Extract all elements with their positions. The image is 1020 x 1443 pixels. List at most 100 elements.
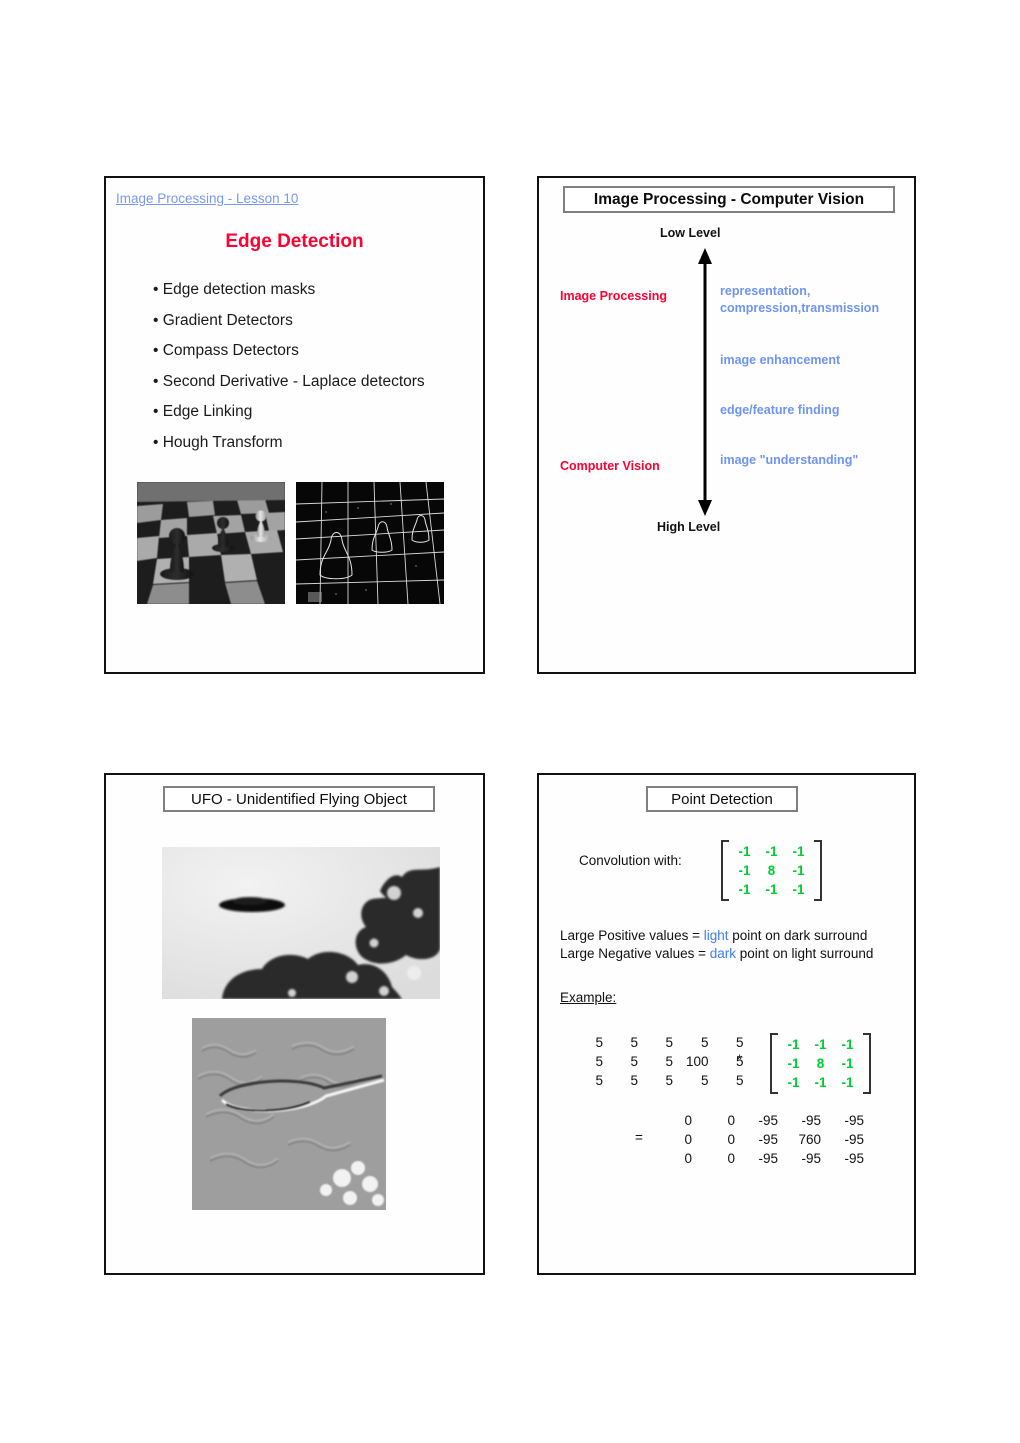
input-cell: 5 xyxy=(736,1035,744,1050)
description-positive: Large Positive values = light point on d… xyxy=(560,927,867,945)
input-cell: 5 xyxy=(630,1073,638,1088)
task-line: image enhancement xyxy=(720,353,841,367)
bullet-item: Hough Transform xyxy=(153,428,483,459)
description-positive-highlight: light xyxy=(703,928,729,943)
page-title-edge-detection: Edge Detection xyxy=(225,231,364,252)
bullet-list: Edge detection masks Gradient Detectors … xyxy=(153,275,483,458)
task-line: representation, xyxy=(720,284,811,298)
bracket-right-icon xyxy=(863,1033,871,1094)
double-headed-arrow-icon xyxy=(698,248,712,516)
example-kernel-matrix: -1 -1 -1 -1 8 -1 -1 -1 -1 xyxy=(770,1033,871,1094)
output-cell: -95 xyxy=(758,1151,778,1166)
kernel-cell: -1 xyxy=(787,1075,800,1090)
stage-label-computer-vision: Computer Vision xyxy=(560,459,660,473)
output-cell: -95 xyxy=(844,1132,864,1147)
output-matrix-row: 0 0 -95 -95 -95 xyxy=(662,1111,877,1130)
kernel-cell: -1 xyxy=(787,1037,800,1052)
input-cell: 5 xyxy=(630,1054,638,1069)
input-cell: 5 xyxy=(630,1035,638,1050)
input-cell: 5 xyxy=(736,1073,744,1088)
input-matrix-row: 5 5 5 5 5 xyxy=(581,1071,757,1090)
output-cell: -95 xyxy=(801,1113,821,1128)
kernel-row: -1 -1 -1 xyxy=(780,1073,861,1092)
kernel-row: -1 8 -1 xyxy=(780,1054,861,1073)
slide-edge-detection: Image Processing - Lesson 10 Edge Detect… xyxy=(104,176,485,674)
input-cell: 5 xyxy=(665,1035,673,1050)
lesson-link[interactable]: Image Processing - Lesson 10 xyxy=(116,191,298,206)
ufo-embossed-edge-image xyxy=(192,1018,386,1210)
output-cell: -95 xyxy=(844,1113,864,1128)
task-line: edge/feature finding xyxy=(720,403,840,417)
kernel-cell: -1 xyxy=(738,863,751,878)
bullet-item: Second Derivative - Laplace detectors xyxy=(153,367,483,398)
kernel-cells: -1 -1 -1 -1 8 -1 -1 -1 -1 xyxy=(729,840,814,901)
output-cell: 0 xyxy=(684,1132,692,1147)
output-cell: 0 xyxy=(684,1151,692,1166)
kernel-cell: -1 xyxy=(738,882,751,897)
bullet-item: Edge Linking xyxy=(153,397,483,428)
kernel-cell: -1 xyxy=(841,1056,854,1071)
bullet-item: Compass Detectors xyxy=(153,336,483,367)
output-matrix-row: 0 0 -95 -95 -95 xyxy=(662,1149,877,1168)
kernel-row: -1 -1 -1 xyxy=(731,842,812,861)
input-matrix: 5 5 5 5 5 5 5 5 100 5 5 5 5 5 5 xyxy=(581,1033,757,1090)
task-line: image "understanding" xyxy=(720,453,859,467)
output-cell: 0 xyxy=(684,1113,692,1128)
kernel-cell: -1 xyxy=(765,844,778,859)
bracket-left-icon xyxy=(721,840,729,901)
input-matrix-row: 5 5 5 5 5 xyxy=(581,1033,757,1052)
output-cell: -95 xyxy=(758,1113,778,1128)
bullet-item: Edge detection masks xyxy=(153,275,483,306)
input-cell: 5 xyxy=(595,1054,603,1069)
description-positive-prefix: Large Positive values = xyxy=(560,928,704,943)
kernel-row: -1 8 -1 xyxy=(731,861,812,880)
kernel-cell: -1 xyxy=(787,1056,800,1071)
output-cell: 0 xyxy=(727,1132,735,1147)
input-cell: 100 xyxy=(686,1054,709,1069)
input-cell: 5 xyxy=(595,1073,603,1088)
chessboard-grayscale-photo xyxy=(137,482,285,604)
kernel-cell: -1 xyxy=(814,1075,827,1090)
output-cell: -95 xyxy=(844,1151,864,1166)
output-cell: 760 xyxy=(798,1132,821,1147)
laplacian-kernel-matrix: -1 -1 -1 -1 8 -1 -1 -1 -1 xyxy=(721,840,822,901)
page-title-computer-vision: Image Processing - Computer Vision xyxy=(563,186,895,213)
chessboard-edge-map xyxy=(296,482,444,604)
bracket-left-icon xyxy=(770,1033,778,1094)
kernel-row: -1 -1 -1 xyxy=(731,880,812,899)
task-label-representation: representation, compression,transmission xyxy=(720,283,879,317)
axis-label-high-level: High Level xyxy=(657,520,721,534)
description-negative-suffix: point on light surround xyxy=(736,946,874,961)
kernel-cell: 8 xyxy=(816,1056,825,1071)
convolution-label: Convolution with: xyxy=(579,853,682,868)
task-label-edge-feature-finding: edge/feature finding xyxy=(720,402,839,419)
ufo-photograph xyxy=(162,847,440,999)
kernel-row: -1 -1 -1 xyxy=(780,1035,861,1054)
kernel-cell: -1 xyxy=(792,863,805,878)
input-cell: 5 xyxy=(665,1054,673,1069)
kernel-cells: -1 -1 -1 -1 8 -1 -1 -1 -1 xyxy=(778,1033,863,1094)
input-matrix-row: 5 5 5 100 5 xyxy=(581,1052,757,1071)
axis-label-low-level: Low Level xyxy=(660,226,721,240)
kernel-cell: -1 xyxy=(814,1037,827,1052)
kernel-cell: -1 xyxy=(841,1037,854,1052)
bullet-item: Gradient Detectors xyxy=(153,306,483,337)
chessboard-image-pair xyxy=(137,482,444,604)
equals-operator: = xyxy=(635,1130,643,1145)
task-line: compression,transmission xyxy=(720,301,880,315)
stage-label-image-processing: Image Processing xyxy=(560,289,667,303)
slide-computer-vision: Image Processing - Computer Vision Low L… xyxy=(537,176,916,674)
input-cell: 5 xyxy=(595,1035,603,1050)
kernel-cell: -1 xyxy=(841,1075,854,1090)
output-cell: -95 xyxy=(758,1132,778,1147)
convolution-operator: * xyxy=(737,1052,743,1067)
description-negative-prefix: Large Negative values = xyxy=(560,946,710,961)
output-cell: 0 xyxy=(727,1151,735,1166)
task-label-image-enhancement: image enhancement xyxy=(720,352,840,369)
output-matrix-row: 0 0 -95 760 -95 xyxy=(662,1130,877,1149)
slide-point-detection: Point Detection Convolution with: -1 -1 … xyxy=(537,773,916,1275)
description-positive-suffix: point on dark surround xyxy=(728,928,868,943)
description-negative-highlight: dark xyxy=(709,946,736,961)
task-label-image-understanding: image "understanding" xyxy=(720,452,858,469)
page-title-ufo: UFO - Unidentified Flying Object xyxy=(163,786,435,812)
